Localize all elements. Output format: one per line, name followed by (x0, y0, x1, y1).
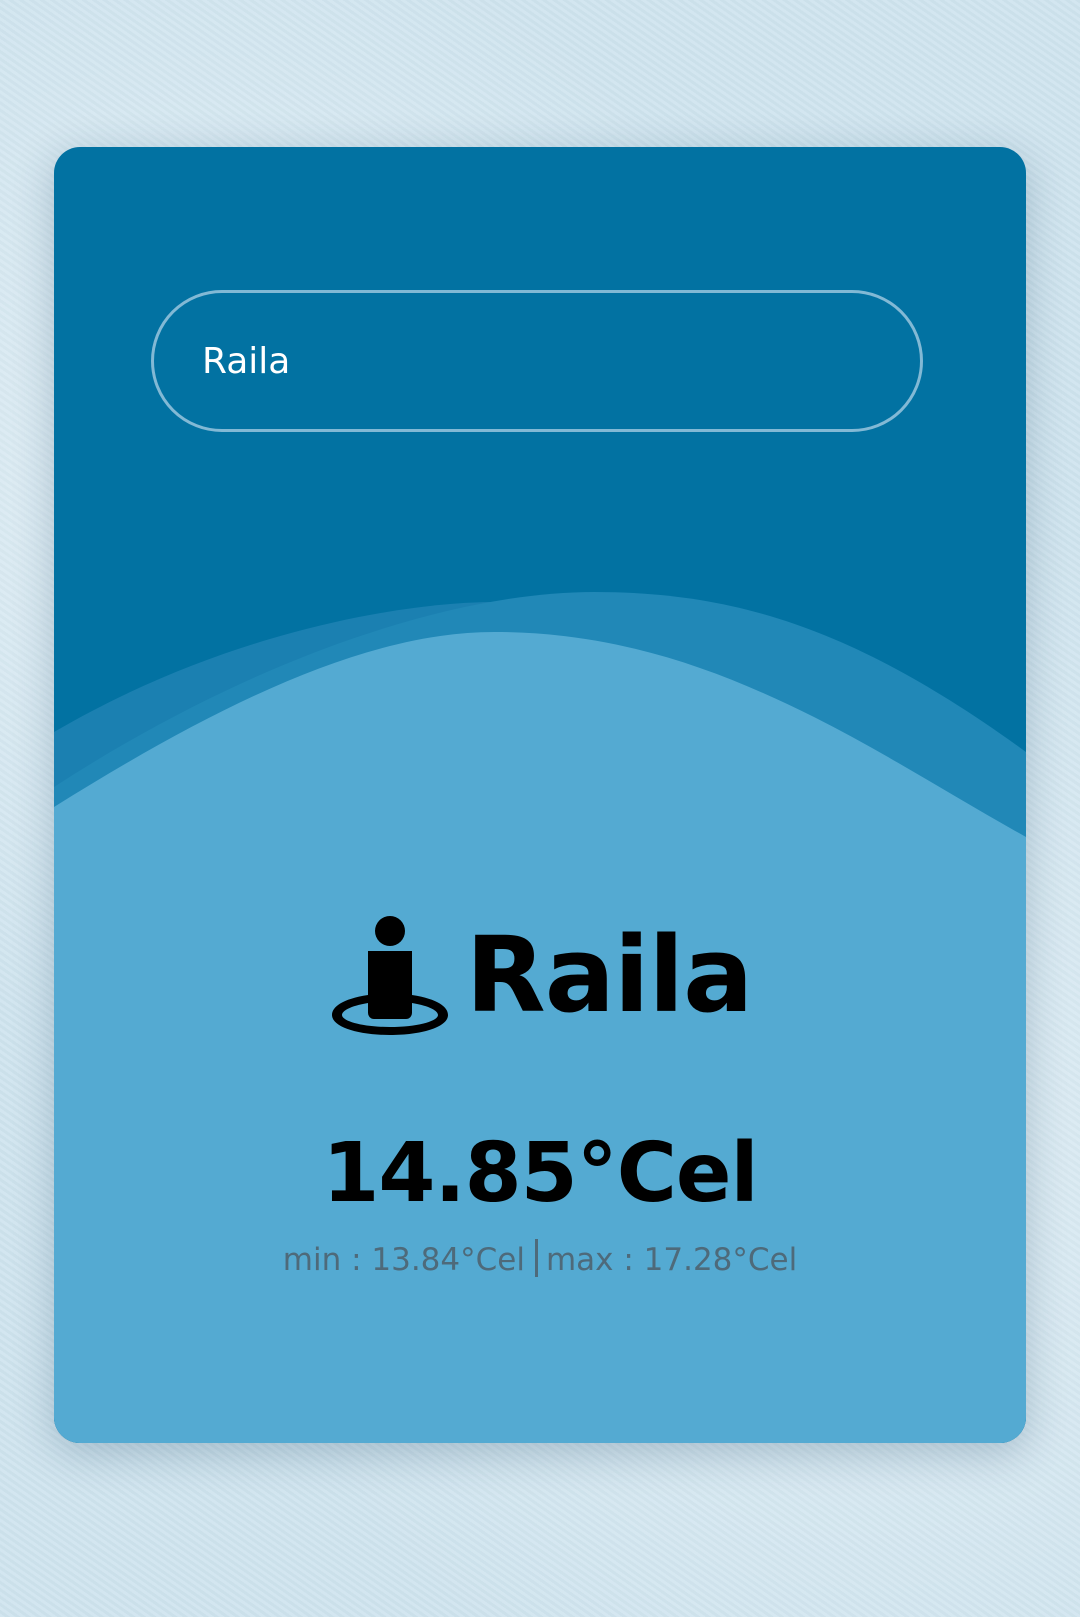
max-temperature: max : 17.28°Cel (545, 1242, 798, 1278)
city-header: Raila (54, 910, 1026, 1040)
separator (534, 1239, 538, 1277)
city-name: Raila (465, 914, 754, 1036)
current-temperature: 14.85°Cel (322, 1126, 758, 1221)
person-pin-icon (331, 916, 448, 1035)
min-max-temperature: min : 13.84°Cel max : 17.28°Cel (54, 1239, 1026, 1279)
city-search-input[interactable] (151, 290, 923, 432)
min-temperature: min : 13.84°Cel (282, 1242, 525, 1278)
weather-card: Raila 14.85°Cel min : 13.84°Cel max : 17.… (54, 147, 1026, 1443)
